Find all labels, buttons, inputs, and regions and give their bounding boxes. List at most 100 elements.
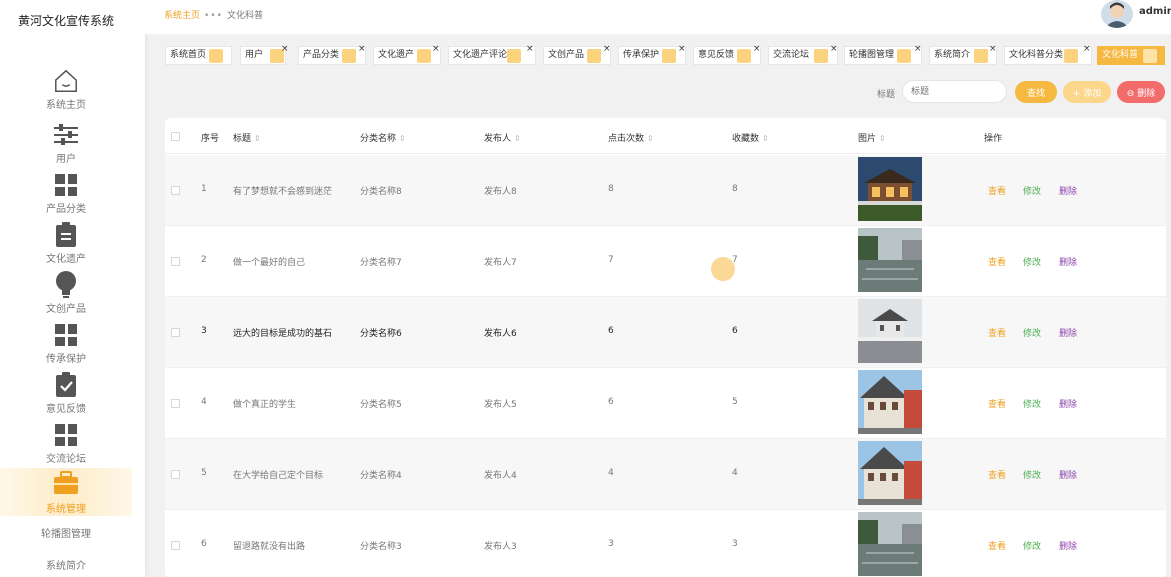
table-row[interactable]: 1 有了梦想就不会感到迷茫 分类名称8 发布人8 8 8 查看 修改 删除 <box>165 155 1166 226</box>
tab-close-icon[interactable]: × <box>432 41 440 58</box>
view-link[interactable]: 查看 <box>988 397 1006 410</box>
table-row[interactable]: 6 留退路就没有出路 分类名称3 发布人3 3 3 查看 修改 删除 <box>165 510 1166 577</box>
view-link[interactable]: 查看 <box>988 539 1006 552</box>
row-checkbox[interactable] <box>171 541 180 550</box>
sidebar-item-product-category[interactable]: 产品分类 <box>0 170 132 220</box>
tab-inheritance[interactable]: 传承保护 × <box>618 44 686 65</box>
table-row[interactable]: 3 远大的目标是成功的基石 分类名称6 发布人6 6 6 查看 修改 删除 <box>165 297 1166 368</box>
sidebar-item-heritage[interactable]: 文化遗产 <box>0 220 132 270</box>
cell-category: 分类名称5 <box>360 400 402 410</box>
tab-close-icon[interactable]: × <box>914 41 922 58</box>
sidebar-item-home[interactable]: 系统主页 <box>0 66 132 116</box>
row-checkbox[interactable] <box>171 470 180 479</box>
sidebar-item-feedback[interactable]: 意见反馈 <box>0 370 132 420</box>
delete-link[interactable]: 删除 <box>1059 255 1077 268</box>
edit-link[interactable]: 修改 <box>1023 255 1041 268</box>
table-row[interactable]: 5 在大学给自己定个目标 分类名称4 发布人4 4 4 查看 修改 删除 <box>165 439 1166 510</box>
column-header-publisher[interactable]: 发布人 ⇕ <box>484 131 521 144</box>
tab-close-icon[interactable]: × <box>281 41 289 58</box>
search-button[interactable]: 查找 <box>1015 81 1057 103</box>
edit-link[interactable]: 修改 <box>1023 326 1041 339</box>
row-thumbnail[interactable] <box>858 299 922 363</box>
column-header-image[interactable]: 图片 ⇕ <box>858 131 886 144</box>
tab-close-icon[interactable]: × <box>989 41 997 58</box>
sidebar-subitem-system-intro[interactable]: 系统简介 <box>0 557 132 572</box>
cell-category: 分类名称3 <box>360 542 402 552</box>
column-header-label: 标题 <box>233 134 252 144</box>
tab-heritage-comments[interactable]: 文化遗产评论 × <box>448 44 536 65</box>
sidebar-item-system-management[interactable]: 系统管理 <box>0 468 132 516</box>
row-checkbox[interactable] <box>171 399 180 408</box>
avatar[interactable] <box>1101 0 1133 28</box>
cell-clicks: 4 <box>608 468 614 478</box>
row-thumbnail[interactable] <box>858 228 922 292</box>
tab-close-icon[interactable]: × <box>753 41 761 58</box>
row-thumbnail[interactable] <box>858 441 922 505</box>
column-header-label: 点击次数 <box>608 134 645 144</box>
sidebar-item-creative-products[interactable]: 文创产品 <box>0 270 132 320</box>
cell-index: 1 <box>201 184 207 194</box>
delete-link[interactable]: 删除 <box>1059 468 1077 481</box>
sidebar-item-forum[interactable]: 交流论坛 <box>0 420 132 470</box>
tab-close-icon[interactable]: × <box>603 41 611 58</box>
edit-link[interactable]: 修改 <box>1023 397 1041 410</box>
tab-heritage[interactable]: 文化遗产 × <box>373 44 441 65</box>
row-thumbnail[interactable] <box>858 512 922 576</box>
delete-button[interactable]: ⊖ 删除 <box>1117 81 1165 103</box>
tab-product-category[interactable]: 产品分类 × <box>298 44 366 65</box>
cell-favorites: 3 <box>732 539 738 549</box>
tab-science[interactable]: 文化科普 <box>1097 46 1165 65</box>
delete-link[interactable]: 删除 <box>1059 184 1077 197</box>
column-header-clicks[interactable]: 点击次数 ⇕ <box>608 131 654 144</box>
column-header-category[interactable]: 分类名称 ⇕ <box>360 131 406 144</box>
sidebar-subitem-carousel[interactable]: 轮播图管理 <box>0 525 132 540</box>
tab-close-icon[interactable]: × <box>526 41 534 58</box>
view-link[interactable]: 查看 <box>988 326 1006 339</box>
column-header-favorites[interactable]: 收藏数 ⇕ <box>732 131 769 144</box>
cell-title: 有了梦想就不会感到迷茫 <box>233 187 333 197</box>
tab-badge-icon <box>209 49 223 63</box>
tab-users[interactable]: 用户 × <box>240 44 289 65</box>
table-row[interactable]: 2 做一个最好的自己 分类名称7 发布人7 7 7 查看 修改 删除 <box>165 226 1166 297</box>
table-row[interactable]: 4 做个真正的学生 分类名称5 发布人5 6 5 查看 修改 删除 <box>165 368 1166 439</box>
delete-link[interactable]: 删除 <box>1059 397 1077 410</box>
username[interactable]: admin <box>1139 6 1171 17</box>
search-input[interactable] <box>902 80 1007 103</box>
tab-close-icon[interactable]: × <box>678 41 686 58</box>
cell-index: 3 <box>201 326 207 336</box>
tab-close-icon[interactable]: × <box>358 41 366 58</box>
tab-badge-icon <box>1064 49 1078 63</box>
edit-link[interactable]: 修改 <box>1023 468 1041 481</box>
edit-link[interactable]: 修改 <box>1023 539 1041 552</box>
sidebar-item-label: 文创产品 <box>46 304 86 315</box>
row-thumbnail[interactable] <box>858 157 922 221</box>
tab-forum[interactable]: 交流论坛 × <box>768 44 838 65</box>
tab-badge-icon <box>587 49 601 63</box>
view-link[interactable]: 查看 <box>988 255 1006 268</box>
view-link[interactable]: 查看 <box>988 184 1006 197</box>
delete-link[interactable]: 删除 <box>1059 326 1077 339</box>
edit-link[interactable]: 修改 <box>1023 184 1041 197</box>
column-header-title[interactable]: 标题 ⇕ <box>233 131 261 144</box>
tab-carousel[interactable]: 轮播图管理 × <box>844 44 922 65</box>
tab-label: 轮播图管理 <box>849 50 895 60</box>
tab-system-intro[interactable]: 系统简介 × <box>929 44 997 65</box>
tab-close-icon[interactable]: × <box>830 41 838 58</box>
sidebar-item-users[interactable]: 用户 <box>0 120 132 170</box>
row-checkbox[interactable] <box>171 328 180 337</box>
select-all-checkbox[interactable] <box>171 132 180 141</box>
breadcrumb-home[interactable]: 系统主页 <box>164 11 200 21</box>
add-button[interactable]: + 添加 <box>1063 81 1111 103</box>
tab-science-category[interactable]: 文化科普分类 × <box>1004 44 1092 65</box>
row-thumbnail[interactable] <box>858 370 922 434</box>
tab-creative-products[interactable]: 文创产品 × <box>543 44 611 65</box>
tab-close-icon[interactable]: × <box>1083 41 1091 58</box>
row-checkbox[interactable] <box>171 186 180 195</box>
row-checkbox[interactable] <box>171 257 180 266</box>
sidebar-item-inheritance[interactable]: 传承保护 <box>0 320 132 370</box>
tab-home[interactable]: 系统首页 <box>165 46 232 65</box>
view-link[interactable]: 查看 <box>988 468 1006 481</box>
delete-link[interactable]: 删除 <box>1059 539 1077 552</box>
tab-feedback[interactable]: 意见反馈 × <box>693 44 761 65</box>
sort-icon: ⇕ <box>879 134 886 143</box>
